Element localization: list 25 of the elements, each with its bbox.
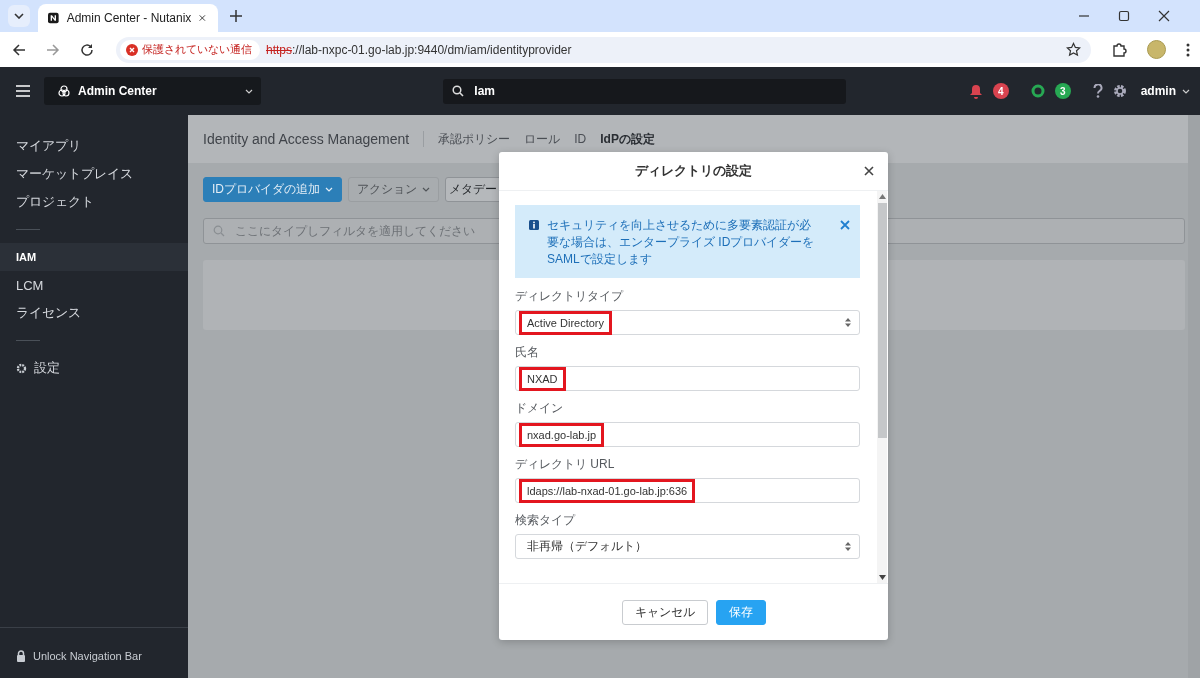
page-title: Identity and Access Management [203,131,410,147]
dialog-title: ディレクトリの設定 [635,162,752,180]
field-value: NXAD [519,366,566,391]
sidebar-label: ライセンス [16,304,81,322]
info-text: セキュリティを向上させるために多要素認証が必要な場合は、エンタープライズ IDプロバイダーをSAMLで設定します [547,217,816,268]
field-label: ディレクトリタイプ [515,288,625,305]
sidebar-label: LCM [16,277,44,293]
sidebar-label: IAM [16,251,37,263]
search-value: Iam [474,84,495,98]
tab-title: Admin Center - Nutanix [66,11,192,25]
sidebar-label: マイアプリ [16,137,81,155]
unlock-label: Unlock Navigation Bar [33,650,142,662]
field-label: ディレクトリ URL [515,456,616,473]
field-value: ldaps://lab-nxad-01.go-lab.jp:636 [519,478,696,503]
field-label: 検索タイプ [515,512,577,529]
app-name: Admin Center [78,84,157,98]
field-value: 非再帰（デフォルト） [526,538,648,555]
field-value: nxad.go-lab.jp [519,422,605,447]
field-label: ドメイン [515,400,564,417]
sidebar-label: プロジェクト [16,193,94,211]
field-label: 氏名 [515,344,540,361]
sidebar-label: マーケットプレイス [16,165,133,183]
url-text: https://lab-nxpc-01.go-lab.jp:9440/dm/iam/identityprovider [266,42,572,57]
sidebar-label: 設定 [34,359,60,377]
field-value: Active Directory [519,310,613,335]
